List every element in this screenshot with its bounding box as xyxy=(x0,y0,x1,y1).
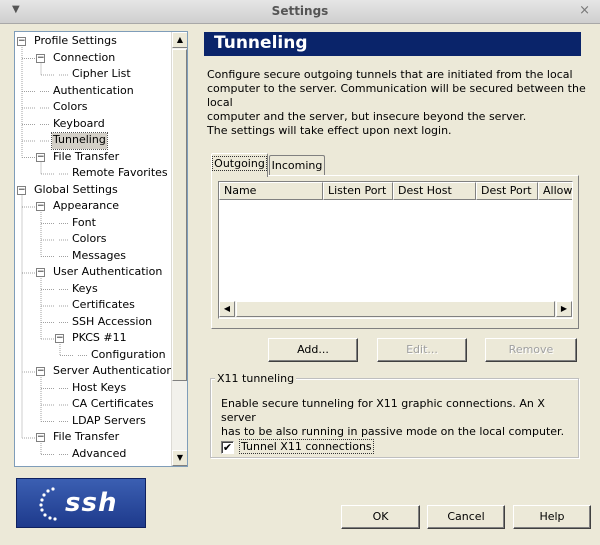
column-header-allow[interactable]: Allow xyxy=(538,182,572,200)
ssh-logo: ssh xyxy=(16,478,146,528)
title-bar[interactable]: ▼ Settings × xyxy=(0,0,600,24)
description-line: computer and the server, but insecure be… xyxy=(207,110,527,123)
x11-description: Enable secure tunneling for X11 graphic … xyxy=(221,397,571,439)
tree-collapse-icon[interactable]: − xyxy=(36,152,45,162)
tab-label: Outgoing xyxy=(212,156,267,171)
tree-item[interactable]: Messages xyxy=(71,249,127,265)
description-line: computer to the server. Communication wi… xyxy=(207,82,586,109)
tunnels-table[interactable]: Name Listen Port Dest Host Dest Port All… xyxy=(218,181,573,319)
scroll-thumb[interactable] xyxy=(172,49,187,381)
x11-description-line: has to be also running in passive mode o… xyxy=(221,425,565,438)
settings-dialog: ▼ Settings × Profile Settings − Connection… xyxy=(0,0,600,545)
tree-collapse-icon[interactable]: − xyxy=(36,268,45,277)
column-header-dest-port[interactable]: Dest Port xyxy=(476,182,538,200)
x11-group-title: X11 tunneling xyxy=(215,372,297,385)
description-line: Configure secure outgoing tunnels that a… xyxy=(207,68,573,81)
tree-collapse-icon[interactable]: − xyxy=(55,334,64,343)
tree-item[interactable]: Global Settings xyxy=(33,183,119,199)
tree-item[interactable]: PKCS #11 xyxy=(71,331,128,347)
add-button-label: Add... xyxy=(297,343,329,356)
tree-item[interactable]: Profile Settings xyxy=(33,34,118,50)
tree-item[interactable]: Font xyxy=(71,216,97,232)
tree-item[interactable]: Host Keys xyxy=(71,381,127,397)
add-button[interactable]: Add... xyxy=(268,338,358,362)
column-header-name[interactable]: Name xyxy=(219,182,323,200)
tree-collapse-icon[interactable]: − xyxy=(17,185,26,195)
tunneling-description: Configure secure outgoing tunnels that a… xyxy=(207,68,587,138)
tree-item[interactable]: Keyboard xyxy=(52,117,106,133)
tree-item[interactable]: File Transfer xyxy=(52,150,120,166)
table-header: Name Listen Port Dest Host Dest Port All… xyxy=(219,182,572,200)
scroll-right-button[interactable]: ▶ xyxy=(556,301,572,317)
scroll-down-button[interactable]: ▼ xyxy=(172,450,187,466)
ssh-logo-arc-icon xyxy=(39,487,57,521)
settings-tree[interactable]: Profile Settings − Connection − Cipher List A… xyxy=(14,31,188,467)
tunnel-x11-checkbox[interactable]: ✔ xyxy=(221,441,234,454)
remove-button-label: Remove xyxy=(508,343,554,356)
tree-collapse-icon[interactable]: − xyxy=(36,53,45,63)
help-button[interactable]: Help xyxy=(513,505,591,529)
cancel-button[interactable]: Cancel xyxy=(427,505,505,529)
tree-item[interactable]: Cipher List xyxy=(71,67,132,83)
column-header-dest-host[interactable]: Dest Host xyxy=(393,182,476,200)
table-hscrollbar[interactable]: ◀ ▶ xyxy=(219,301,572,318)
tree-item[interactable]: File Transfer xyxy=(52,430,120,446)
tree-collapse-icon[interactable]: − xyxy=(36,202,45,211)
tree-item[interactable]: Keys xyxy=(71,282,99,298)
remove-button[interactable]: Remove xyxy=(485,338,577,362)
help-button-label: Help xyxy=(539,510,565,523)
column-header-listen-port[interactable]: Listen Port xyxy=(323,182,393,200)
window-title: Settings xyxy=(271,4,329,18)
tree-item[interactable]: Tunneling xyxy=(51,132,108,150)
tree-item[interactable]: Colors xyxy=(52,100,88,116)
tree-item[interactable]: Advanced xyxy=(71,447,127,463)
tree-collapse-icon[interactable]: − xyxy=(36,367,45,376)
hscroll-thumb[interactable] xyxy=(236,301,555,317)
tree-item[interactable]: Authentication xyxy=(52,84,135,100)
tree-item[interactable]: Configuration xyxy=(90,348,167,364)
tunnel-x11-label[interactable]: Tunnel X11 connections xyxy=(239,439,374,454)
edit-button[interactable]: Edit... xyxy=(377,338,467,362)
tree-item[interactable]: Connection xyxy=(52,51,116,67)
scroll-left-button[interactable]: ◀ xyxy=(219,301,235,317)
scroll-up-button[interactable]: ▲ xyxy=(172,32,187,48)
tree-item[interactable]: Server Authentication xyxy=(52,364,174,380)
cancel-button-label: Cancel xyxy=(447,510,485,523)
ssh-logo-text: ssh xyxy=(65,488,118,518)
ok-button[interactable]: OK xyxy=(341,505,420,529)
page-title: Tunneling xyxy=(204,32,581,56)
tree-item[interactable]: Remote Favorites xyxy=(71,166,169,182)
close-icon[interactable]: × xyxy=(579,3,590,18)
tree-item[interactable]: Certificates xyxy=(71,298,136,314)
tree-item[interactable]: Appearance xyxy=(52,199,120,215)
tab-label: Incoming xyxy=(271,159,323,172)
tree-scrollbar[interactable]: ▲ ▼ xyxy=(171,32,187,466)
description-line: The settings will take effect upon next … xyxy=(207,124,452,137)
tab-incoming[interactable]: Incoming xyxy=(269,155,325,176)
tree-collapse-icon[interactable]: − xyxy=(36,433,45,442)
tree-item[interactable]: LDAP Servers xyxy=(71,414,147,430)
tab-outgoing[interactable]: Outgoing xyxy=(211,153,268,177)
tree-item[interactable]: Colors xyxy=(71,232,107,248)
tree-item[interactable]: SSH Accession xyxy=(71,315,153,331)
tree-item[interactable]: User Authentication xyxy=(52,265,163,281)
ok-button-label: OK xyxy=(372,510,389,523)
edit-button-label: Edit... xyxy=(406,343,438,356)
tree-collapse-icon[interactable]: − xyxy=(17,37,26,46)
x11-description-line: Enable secure tunneling for X11 graphic … xyxy=(221,397,545,424)
tree-item[interactable]: CA Certificates xyxy=(71,397,155,413)
